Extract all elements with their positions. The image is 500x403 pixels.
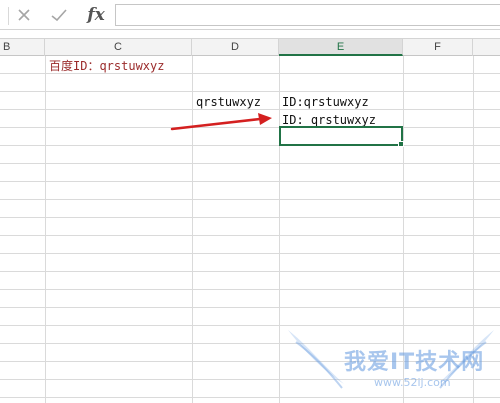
row-divider [0, 145, 500, 146]
cancel-button[interactable] [12, 3, 36, 27]
watermark-url: www.52ij.com [374, 376, 451, 389]
row-divider [0, 253, 500, 254]
cell-e3[interactable]: ID:qrstuwxyz [282, 94, 369, 110]
watermark: 我爱IT技术网 www.52ij.com [282, 318, 500, 403]
row-divider [0, 91, 500, 92]
row-divider [0, 163, 500, 164]
fx-icon: fx [87, 5, 105, 25]
row-divider [0, 235, 500, 236]
column-header-d[interactable]: D [192, 39, 279, 56]
formula-bar-buttons: fx [0, 3, 112, 27]
insert-function-button[interactable]: fx [82, 3, 110, 27]
enter-button[interactable] [47, 3, 71, 27]
cell-d3[interactable]: qrstuwxyz [196, 94, 261, 110]
row-divider [0, 289, 500, 290]
active-cell-e5[interactable] [279, 126, 403, 146]
column-header-c[interactable]: C [45, 39, 192, 56]
fill-handle[interactable] [398, 141, 404, 147]
column-header-f[interactable]: F [403, 39, 473, 56]
cell-c1[interactable]: 百度ID：qrstuwxyz [49, 58, 164, 74]
column-header-row: B C D E F [0, 38, 500, 56]
close-icon [18, 9, 30, 21]
column-header-e[interactable]: E [279, 39, 403, 56]
annotation-arrow-icon [170, 113, 272, 131]
formula-bar-separator [8, 7, 9, 25]
formula-bar: fx [0, 0, 500, 30]
check-icon [51, 9, 67, 22]
row-divider [0, 307, 500, 308]
column-header-b[interactable]: B [0, 39, 45, 56]
row-divider [0, 271, 500, 272]
row-divider [0, 217, 500, 218]
row-divider [0, 199, 500, 200]
row-divider [0, 181, 500, 182]
watermark-title: 我爱IT技术网 [344, 350, 485, 375]
formula-input[interactable] [115, 4, 500, 26]
